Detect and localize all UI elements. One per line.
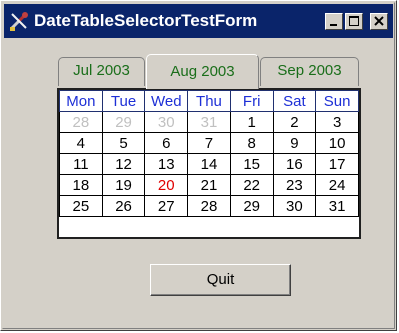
day-cell[interactable]: 6 bbox=[144, 132, 189, 154]
day-cell[interactable]: 27 bbox=[144, 195, 189, 217]
week-row: 4 5 6 7 8 9 10 bbox=[59, 132, 359, 154]
week-row: 11 12 13 14 15 16 17 bbox=[59, 153, 359, 175]
weekday-thu: Thu bbox=[187, 90, 231, 112]
week-row: 18 19 20 21 22 23 24 bbox=[59, 174, 359, 196]
app-window: DateTableSelectorTestForm Jul 2003 Aug 2… bbox=[0, 0, 397, 331]
tab-jul-2003[interactable]: Jul 2003 bbox=[58, 57, 145, 86]
day-cell[interactable]: 26 bbox=[101, 195, 146, 217]
day-cell[interactable]: 29 bbox=[229, 195, 274, 217]
day-cell[interactable]: 24 bbox=[315, 174, 359, 196]
day-cell[interactable]: 17 bbox=[315, 153, 359, 175]
day-cell[interactable]: 28 bbox=[187, 195, 231, 217]
tab-sep-2003[interactable]: Sep 2003 bbox=[260, 57, 359, 86]
day-cell[interactable]: 21 bbox=[187, 174, 231, 196]
maximize-icon bbox=[349, 16, 359, 26]
close-icon bbox=[374, 16, 384, 26]
day-cell[interactable]: 13 bbox=[144, 153, 189, 175]
weekday-tue: Tue bbox=[101, 90, 146, 112]
weekday-sat: Sat bbox=[272, 90, 317, 112]
weekday-mon: Mon bbox=[59, 90, 103, 112]
day-cell[interactable]: 19 bbox=[101, 174, 146, 196]
weekday-header-row: Mon Tue Wed Thu Fri Sat Sun bbox=[59, 90, 359, 112]
day-cell[interactable]: 29 bbox=[101, 111, 146, 133]
week-row: 28 29 30 31 1 2 3 bbox=[59, 111, 359, 133]
day-cell[interactable]: 22 bbox=[229, 174, 274, 196]
day-cell[interactable]: 12 bbox=[101, 153, 146, 175]
day-cell[interactable]: 2 bbox=[272, 111, 317, 133]
day-cell[interactable]: 10 bbox=[315, 132, 359, 154]
day-cell[interactable]: 18 bbox=[59, 174, 103, 196]
weekday-sun: Sun bbox=[315, 90, 359, 112]
day-cell[interactable]: 3 bbox=[315, 111, 359, 133]
calendar-table: Mon Tue Wed Thu Fri Sat Sun 28 29 30 31 … bbox=[57, 88, 361, 239]
day-cell[interactable]: 5 bbox=[101, 132, 146, 154]
weekday-wed: Wed bbox=[144, 90, 189, 112]
day-cell[interactable]: 7 bbox=[187, 132, 231, 154]
day-cell[interactable]: 28 bbox=[59, 111, 103, 133]
close-button[interactable] bbox=[370, 13, 388, 30]
day-cell[interactable]: 30 bbox=[144, 111, 189, 133]
title-bar[interactable]: DateTableSelectorTestForm bbox=[4, 4, 393, 38]
day-cell[interactable]: 23 bbox=[272, 174, 317, 196]
day-cell[interactable]: 14 bbox=[187, 153, 231, 175]
day-cell[interactable]: 4 bbox=[59, 132, 103, 154]
day-cell[interactable]: 1 bbox=[229, 111, 274, 133]
quit-button[interactable]: Quit bbox=[150, 264, 291, 296]
minimize-icon bbox=[330, 24, 337, 26]
day-cell[interactable]: 15 bbox=[229, 153, 274, 175]
day-cell[interactable]: 11 bbox=[59, 153, 103, 175]
maximize-button[interactable] bbox=[345, 13, 363, 30]
day-cell[interactable]: 16 bbox=[272, 153, 317, 175]
day-cell[interactable]: 31 bbox=[187, 111, 231, 133]
week-row: 25 26 27 28 29 30 31 bbox=[59, 195, 359, 217]
calendar-grid: Mon Tue Wed Thu Fri Sat Sun 28 29 30 31 … bbox=[59, 90, 359, 217]
weekday-fri: Fri bbox=[229, 90, 274, 112]
tools-icon bbox=[8, 10, 30, 32]
minimize-button[interactable] bbox=[325, 13, 343, 30]
day-cell[interactable]: 25 bbox=[59, 195, 103, 217]
day-cell[interactable]: 9 bbox=[272, 132, 317, 154]
day-cell-today[interactable]: 20 bbox=[144, 174, 189, 196]
window-title: DateTableSelectorTestForm bbox=[34, 11, 258, 30]
tab-aug-2003[interactable]: Aug 2003 bbox=[146, 54, 259, 89]
day-cell[interactable]: 30 bbox=[272, 195, 317, 217]
day-cell[interactable]: 31 bbox=[315, 195, 359, 217]
day-cell[interactable]: 8 bbox=[229, 132, 274, 154]
